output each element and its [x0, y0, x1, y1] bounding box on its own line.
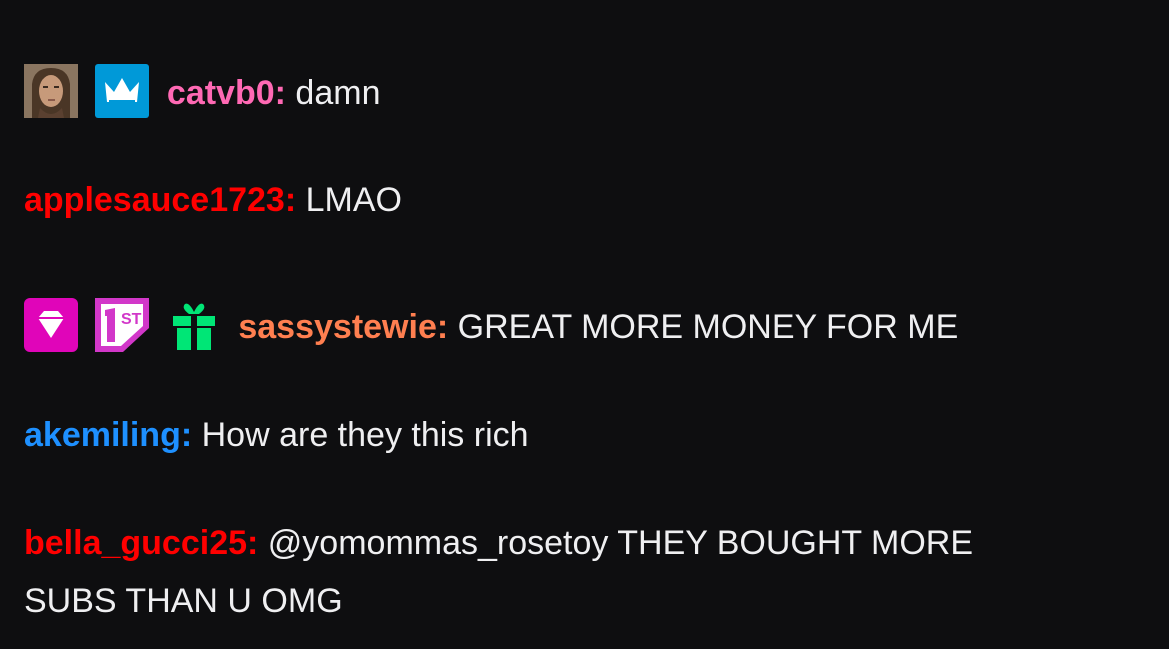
username[interactable]: catvb0: — [167, 74, 286, 112]
first-place-icon[interactable]: ST — [95, 298, 150, 353]
message-text: How are they this rich — [201, 416, 529, 454]
avatar[interactable] — [24, 64, 78, 119]
svg-text:ST: ST — [121, 311, 142, 328]
username[interactable]: bella_gucci25: — [24, 524, 258, 562]
chat-panel: catvb0: damn applesauce1723: LMAO ST sas… — [0, 0, 1169, 649]
username[interactable]: sassystewie: — [238, 308, 448, 346]
chat-message: catvb0: damn — [24, 64, 1109, 122]
chat-message: ST sassystewie: GREAT MORE MONEY FOR ME — [24, 298, 1109, 356]
username[interactable]: applesauce1723: — [24, 181, 296, 219]
message-text: damn — [295, 74, 381, 112]
message-text: LMAO — [305, 181, 402, 219]
chat-message: applesauce1723: LMAO — [24, 171, 1109, 229]
diamond-icon[interactable] — [24, 298, 78, 353]
chat-message: akemiling: How are they this rich — [24, 406, 1109, 464]
username[interactable]: akemiling: — [24, 416, 192, 454]
gift-icon[interactable] — [166, 298, 221, 353]
message-text: GREAT MORE MONEY FOR ME — [457, 308, 959, 346]
chat-message: bella_gucci25: @yomommas_rosetoy THEY BO… — [24, 514, 1054, 630]
crown-icon[interactable] — [95, 64, 150, 119]
